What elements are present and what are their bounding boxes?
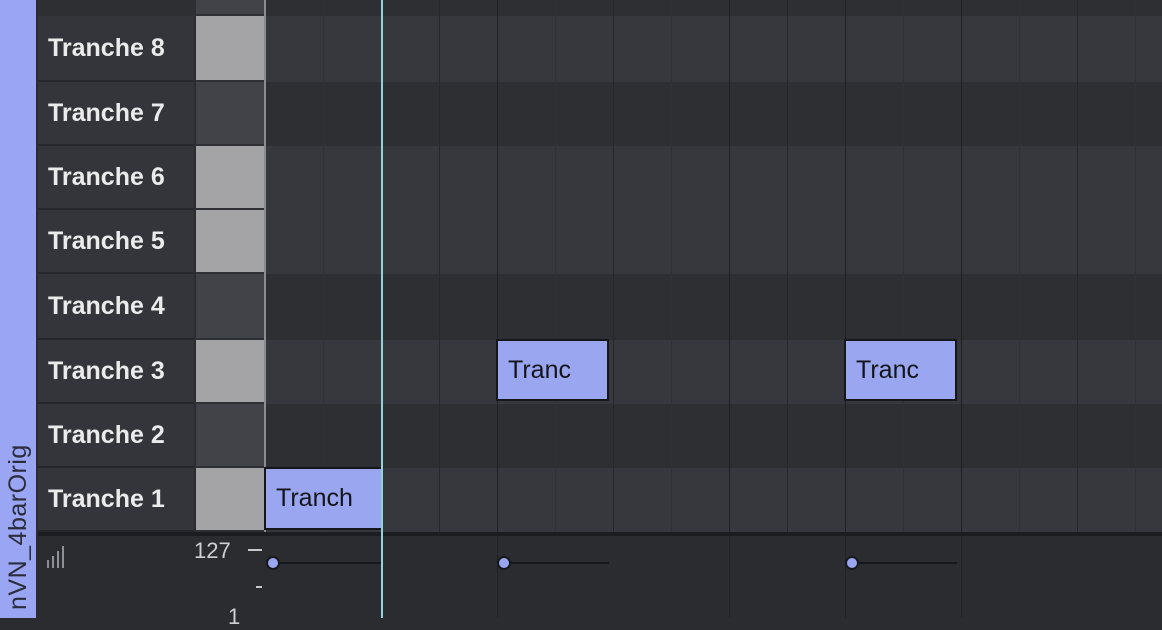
pad-5[interactable] — [196, 210, 264, 274]
grid-line — [903, 0, 904, 532]
grid-line — [845, 536, 846, 618]
grid-row-4[interactable] — [266, 274, 1162, 340]
velocity-bars-icon[interactable] — [46, 546, 66, 574]
clip-name: nVN_4barOrig — [4, 444, 32, 610]
pad-1[interactable] — [196, 468, 264, 532]
velocity-max-label: 127 — [194, 538, 231, 563]
velocity-tick-mid — [256, 586, 262, 588]
pad-2[interactable] — [196, 404, 264, 468]
grid-line — [961, 536, 962, 618]
lane-label-8[interactable]: Tranche 8 — [38, 16, 194, 82]
grid-line-bar — [961, 0, 962, 532]
velocity-tick-max — [248, 549, 262, 551]
velocity-handle[interactable] — [845, 556, 859, 570]
grid-row-8[interactable] — [266, 16, 1162, 82]
velocity-stem — [505, 562, 609, 564]
playhead[interactable] — [381, 0, 383, 618]
grid-row-7[interactable] — [266, 82, 1162, 146]
velocity-stem — [273, 562, 383, 564]
grid-row-top[interactable] — [266, 0, 1162, 16]
grid-line — [1077, 0, 1078, 532]
lane-label-3[interactable]: Tranche 3 — [38, 340, 194, 404]
grid-line-bar — [845, 0, 846, 532]
grid-line-bar — [729, 0, 730, 532]
grid-line-bar — [497, 0, 498, 532]
velocity-min-label: 1 — [228, 604, 241, 629]
grid-row-3[interactable] — [266, 340, 1162, 404]
pad-3[interactable] — [196, 340, 264, 404]
midi-note[interactable]: Tranc — [496, 339, 609, 401]
grid-line — [555, 0, 556, 532]
lane-label-4[interactable]: Tranche 4 — [38, 274, 194, 340]
grid-line — [497, 536, 498, 618]
grid-line — [729, 536, 730, 618]
piano-roll-divider — [264, 0, 266, 532]
grid-line — [671, 0, 672, 532]
lane-label-6[interactable]: Tranche 6 — [38, 146, 194, 210]
midi-note[interactable]: Tranch — [264, 467, 383, 530]
velocity-stem — [853, 562, 957, 564]
pad-8[interactable] — [196, 16, 264, 82]
grid-row-6[interactable] — [266, 146, 1162, 210]
pad-4[interactable] — [196, 274, 264, 340]
grid-row-1[interactable] — [266, 468, 1162, 532]
grid-row-2[interactable] — [266, 404, 1162, 468]
grid-row-5[interactable] — [266, 210, 1162, 274]
grid-line — [1135, 0, 1136, 532]
clip-strip[interactable]: nVN_4barOrig — [0, 0, 36, 618]
grid-line — [1019, 0, 1020, 532]
lane-label-7[interactable]: Tranche 7 — [38, 82, 194, 146]
pad-top[interactable] — [196, 0, 264, 16]
grid-line — [323, 0, 324, 532]
lane-label-1[interactable]: Tranche 1 — [38, 468, 194, 532]
grid-line — [439, 0, 440, 532]
pad-7[interactable] — [196, 82, 264, 146]
lane-label-2[interactable]: Tranche 2 — [38, 404, 194, 468]
grid-line — [787, 0, 788, 532]
velocity-handle[interactable] — [266, 556, 280, 570]
velocity-handle[interactable] — [497, 556, 511, 570]
lane-label-5[interactable]: Tranche 5 — [38, 210, 194, 274]
pad-6[interactable] — [196, 146, 264, 210]
midi-note[interactable]: Tranc — [844, 339, 957, 401]
grid-line — [613, 0, 614, 532]
